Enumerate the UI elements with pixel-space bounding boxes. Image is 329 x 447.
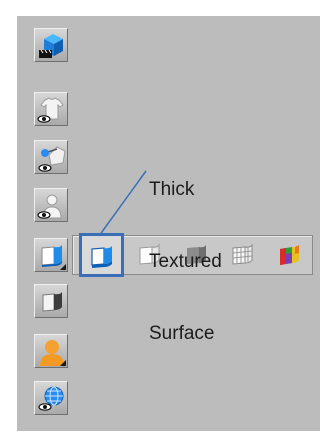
callout-line-2: Textured: [149, 251, 222, 272]
callout-label: Thick Textured Surface: [149, 130, 222, 370]
callout-line-1: Thick: [149, 179, 195, 200]
callout-line-3: Surface: [149, 323, 215, 344]
